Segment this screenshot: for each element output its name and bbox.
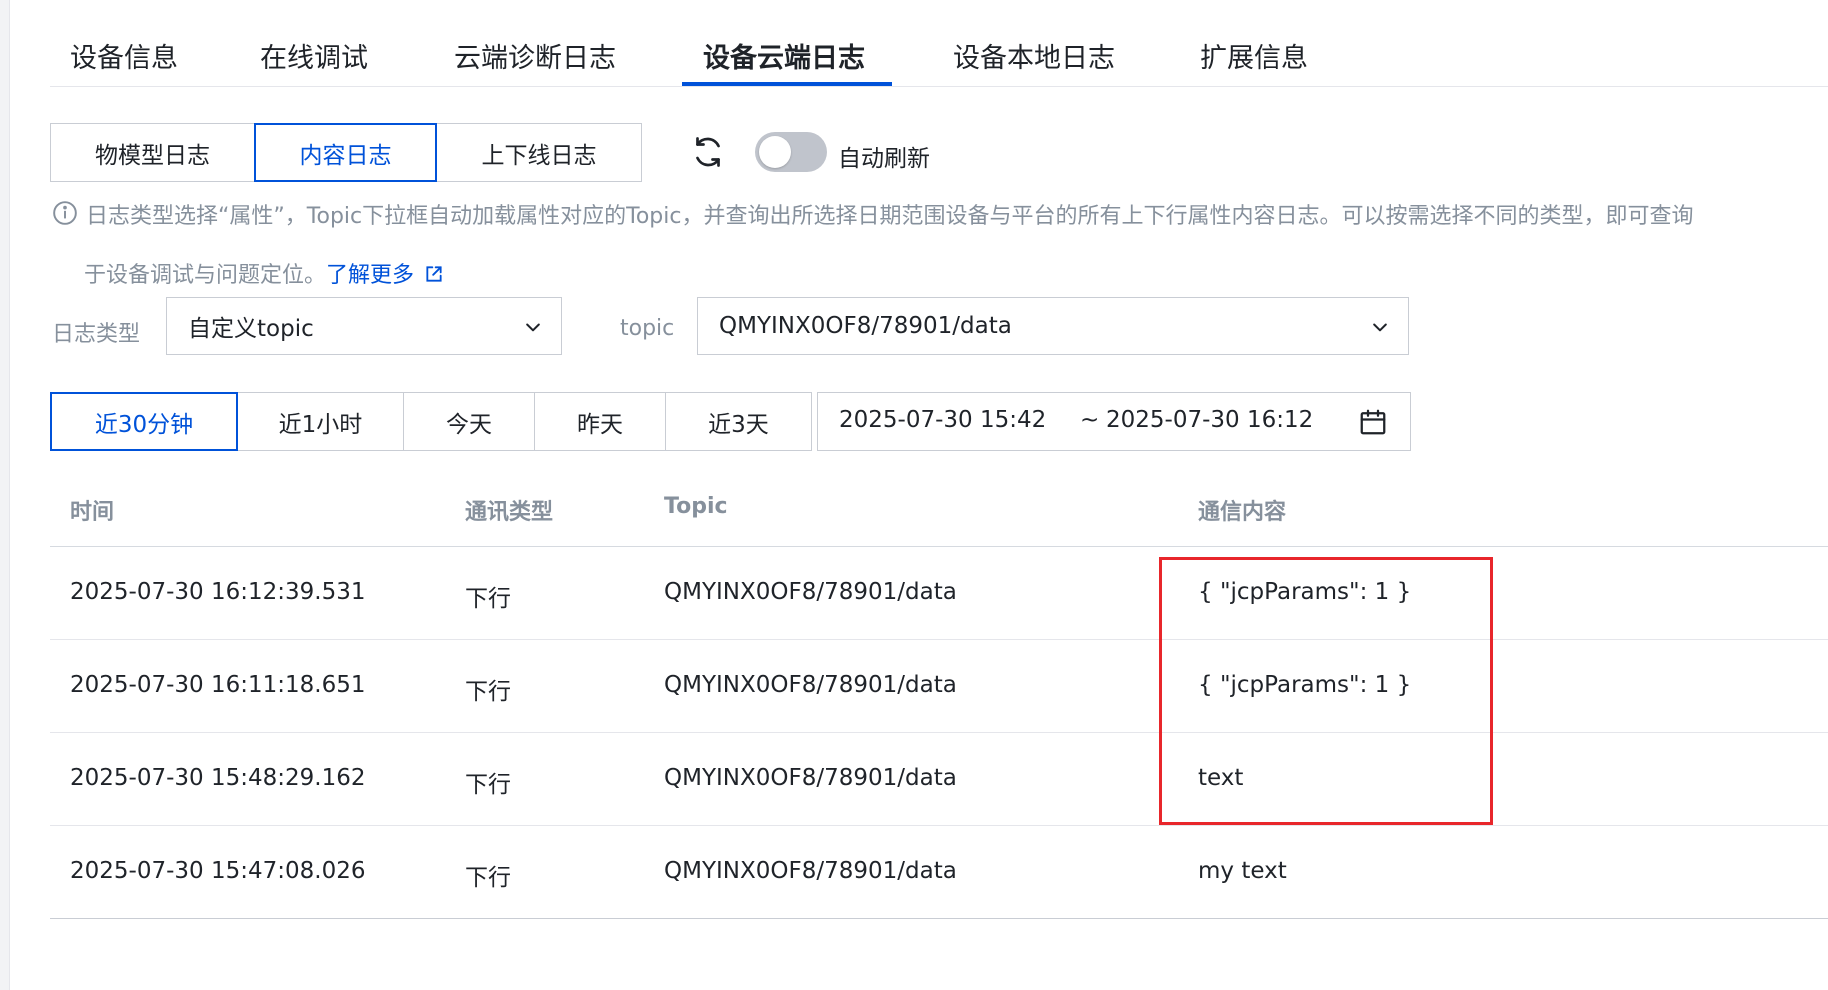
cell-comm-type: 下行 [465, 679, 511, 705]
toggle-knob [759, 136, 791, 168]
last-3-days-button[interactable]: 近3天 [665, 392, 812, 451]
tab-device-local-log[interactable]: 设备本地日志 [953, 36, 1115, 75]
cell-time: 2025-07-30 16:12:39.531 [70, 579, 366, 605]
hint-text-line2-content: 于设备调试与问题定位。 [84, 263, 327, 288]
left-edge [0, 0, 10, 990]
cell-content: my text [1198, 858, 1287, 884]
tab-bar: 设备信息 在线调试 云端诊断日志 设备云端日志 设备本地日志 扩展信息 [50, 18, 1828, 87]
learn-more-link[interactable]: 了解更多 [326, 263, 414, 288]
header-time: 时间 [70, 500, 115, 525]
active-tab-indicator [682, 82, 892, 86]
refresh-icon[interactable] [690, 134, 726, 170]
table-row: 2025-07-30 15:47:08.026 下行 QMYINX0OF8/78… [50, 826, 1828, 919]
cell-content: { "jcpParams": 1 } [1198, 579, 1412, 605]
hint-text-line1: 日志类型选择“属性”，Topic下拉框自动加载属性对应的Topic，并查询出所选… [86, 204, 1694, 229]
cell-time: 2025-07-30 15:48:29.162 [70, 765, 366, 791]
table-header: 时间 通讯类型 Topic 通信内容 [50, 470, 1828, 547]
log-table: 时间 通讯类型 Topic 通信内容 2025-07-30 16:12:39.5… [50, 470, 1828, 919]
tab-online-debug[interactable]: 在线调试 [260, 36, 368, 75]
auto-refresh-label: 自动刷新 [838, 146, 930, 172]
time-range-segmented: 近30分钟 近1小时 今天 昨天 近3天 [50, 392, 812, 451]
chevron-down-icon [526, 323, 540, 332]
chevron-down-icon [1373, 323, 1387, 332]
external-link-icon[interactable] [424, 264, 444, 284]
log-type-segmented: 物模型日志 内容日志 上下线日志 [50, 123, 642, 182]
tab-cloud-diagnostic-log[interactable]: 云端诊断日志 [454, 36, 616, 75]
today-button[interactable]: 今天 [403, 392, 535, 451]
header-content: 通信内容 [1198, 500, 1287, 525]
info-icon [53, 201, 77, 225]
cell-topic: QMYINX0OF8/78901/data [664, 579, 957, 605]
cell-time: 2025-07-30 16:11:18.651 [70, 672, 366, 698]
tab-device-info[interactable]: 设备信息 [70, 36, 178, 75]
cell-comm-type: 下行 [465, 586, 511, 612]
cell-comm-type: 下行 [465, 865, 511, 891]
log-type-label: 日志类型 [52, 322, 141, 347]
tab-device-cloud-log[interactable]: 设备云端日志 [703, 36, 865, 75]
thing-model-log-button[interactable]: 物模型日志 [50, 123, 255, 182]
hint-text-line2: 于设备调试与问题定位。了解更多 [84, 257, 444, 289]
last-30-min-button[interactable]: 近30分钟 [50, 392, 238, 451]
topic-select-value: QMYINX0OF8/78901/data [719, 313, 1012, 339]
calendar-icon[interactable] [1358, 407, 1388, 437]
cell-time: 2025-07-30 15:47:08.026 [70, 858, 366, 884]
date-range-picker[interactable]: 2025-07-30 15:42 ~ 2025-07-30 16:12 [817, 392, 1411, 451]
yesterday-button[interactable]: 昨天 [534, 392, 666, 451]
table-row: 2025-07-30 16:12:39.531 下行 QMYINX0OF8/78… [50, 547, 1828, 640]
date-range-separator: ~ [1080, 407, 1100, 433]
log-type-select[interactable]: 自定义topic [166, 297, 562, 355]
cell-topic: QMYINX0OF8/78901/data [664, 858, 957, 884]
topic-label: topic [620, 316, 675, 341]
table-row: 2025-07-30 15:48:29.162 下行 QMYINX0OF8/78… [50, 733, 1828, 826]
tab-extended-info[interactable]: 扩展信息 [1200, 36, 1308, 75]
header-comm-type: 通讯类型 [465, 500, 554, 525]
cell-content: { "jcpParams": 1 } [1198, 672, 1412, 698]
cell-content: text [1198, 765, 1244, 791]
date-range-start[interactable]: 2025-07-30 15:42 [839, 407, 1046, 433]
last-1-hour-button[interactable]: 近1小时 [237, 392, 404, 451]
topic-select[interactable]: QMYINX0OF8/78901/data [697, 297, 1409, 355]
content-log-button[interactable]: 内容日志 [254, 123, 437, 182]
date-range-end[interactable]: 2025-07-30 16:12 [1106, 407, 1313, 433]
auto-refresh-toggle[interactable] [755, 132, 827, 172]
cell-topic: QMYINX0OF8/78901/data [664, 672, 957, 698]
online-offline-log-button[interactable]: 上下线日志 [436, 123, 642, 182]
table-row: 2025-07-30 16:11:18.651 下行 QMYINX0OF8/78… [50, 640, 1828, 733]
log-type-select-value: 自定义topic [188, 316, 314, 342]
header-topic: Topic [664, 494, 728, 519]
cell-comm-type: 下行 [465, 772, 511, 798]
cell-topic: QMYINX0OF8/78901/data [664, 765, 957, 791]
